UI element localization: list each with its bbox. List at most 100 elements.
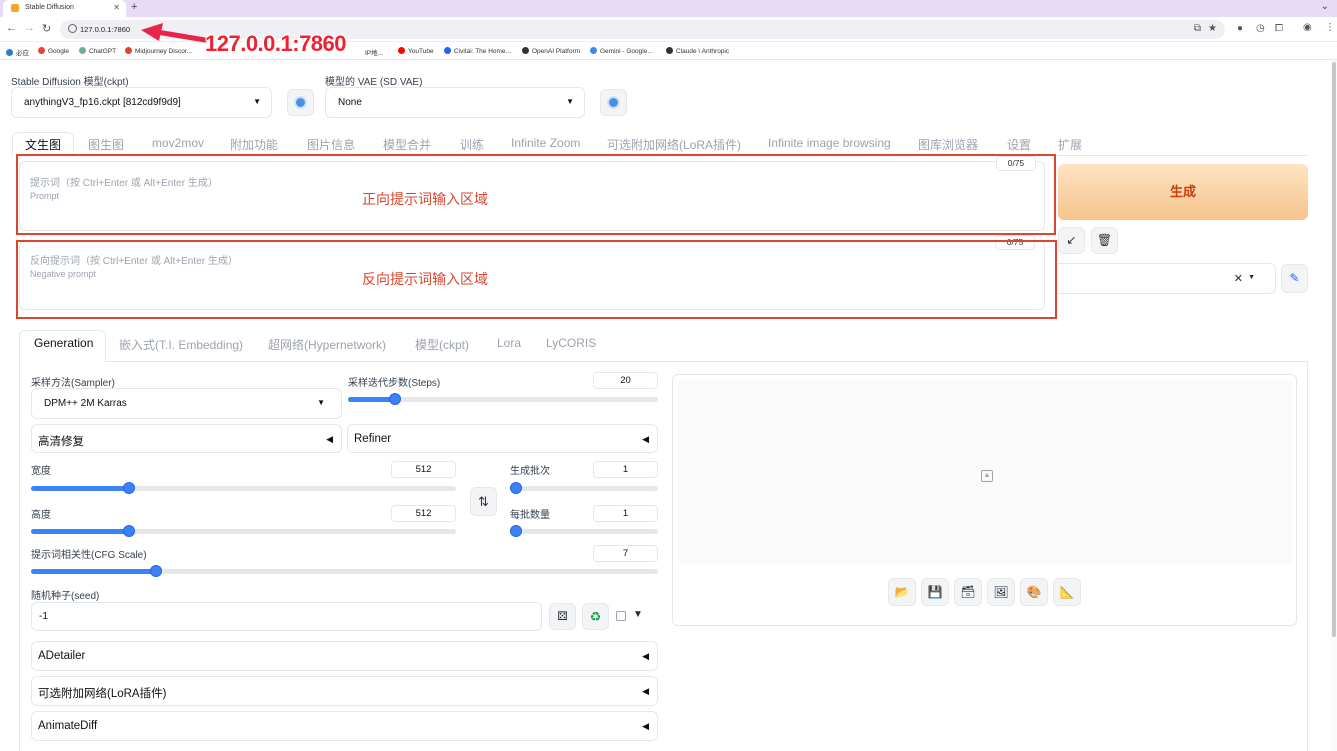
tab-txt2img[interactable]: 文生图 xyxy=(25,136,61,153)
extra-seed-toggle-icon[interactable]: ▼ xyxy=(633,609,643,620)
back-icon[interactable]: ← xyxy=(6,22,17,34)
reload-icon[interactable]: ↻ xyxy=(42,22,51,35)
subtab-lycoris[interactable]: LyCORIS xyxy=(546,336,596,350)
tab-checkpoint-merger[interactable]: 模型合并 xyxy=(383,136,431,153)
slider-thumb[interactable] xyxy=(150,565,162,577)
height-slider[interactable] xyxy=(31,525,456,537)
page-scrollbar[interactable] xyxy=(1331,60,1337,751)
bookmark-item[interactable]: ChatGPT xyxy=(79,47,116,55)
tab-train[interactable]: 训练 xyxy=(460,136,484,153)
width-slider[interactable] xyxy=(31,482,456,494)
forward-icon[interactable]: → xyxy=(24,22,35,34)
cfg-slider[interactable] xyxy=(31,565,658,577)
random-seed-button[interactable]: ⚄ xyxy=(549,603,576,630)
tab-img2img[interactable]: 图生图 xyxy=(88,136,124,153)
bookmark-icon xyxy=(522,47,529,54)
scrollbar-thumb[interactable] xyxy=(1332,62,1336,637)
adetailer-accordion[interactable]: ADetailer ◀ xyxy=(31,641,658,671)
animatediff-accordion[interactable]: AnimateDiff ◀ xyxy=(31,711,658,741)
slider-thumb[interactable] xyxy=(123,525,135,537)
batch-size-input[interactable]: 1 xyxy=(593,505,658,522)
batch-count-slider[interactable] xyxy=(510,482,658,494)
send-to-extras-button[interactable]: 📐 xyxy=(1053,578,1081,606)
lora-network-accordion[interactable]: 可选附加网络(LoRA插件) ◀ xyxy=(31,676,658,706)
steps-input[interactable]: 20 xyxy=(593,372,658,389)
translate-icon[interactable]: ⧉ xyxy=(1194,23,1201,34)
width-input[interactable]: 512 xyxy=(391,461,456,478)
close-tab-icon[interactable]: ✕ xyxy=(113,3,120,12)
reuse-seed-button[interactable]: ♻ xyxy=(582,603,609,630)
tab-extensions[interactable]: 扩展 xyxy=(1058,136,1082,153)
bookmark-item[interactable]: OpenAI Platform xyxy=(522,47,580,55)
tab-infinite-image-browsing[interactable]: Infinite image browsing xyxy=(768,136,891,150)
bookmark-item[interactable]: YouTube xyxy=(398,47,434,55)
subtab-checkpoint[interactable]: 模型(ckpt) xyxy=(415,336,469,353)
tab-lora-network[interactable]: 可选附加网络(LoRA插件) xyxy=(607,136,741,153)
tab-image-browser[interactable]: 图库浏览器 xyxy=(918,136,978,153)
clear-icon[interactable]: ✕ xyxy=(1234,272,1243,285)
browser-tab[interactable]: Stable Diffusion ✕ xyxy=(3,0,126,17)
dice-icon: ⚄ xyxy=(557,609,568,623)
send-to-img2img-button[interactable]: 🖼 xyxy=(987,578,1015,606)
batch-size-slider[interactable] xyxy=(510,525,658,537)
new-tab-icon[interactable]: + xyxy=(131,1,137,13)
extension-icon[interactable]: ● xyxy=(1237,23,1243,34)
swap-dimensions-button[interactable]: ⇅ xyxy=(470,487,497,516)
seed-input[interactable]: -1 xyxy=(31,602,542,631)
bookmark-star-icon[interactable]: ★ xyxy=(1208,23,1217,34)
tab-png-info[interactable]: 图片信息 xyxy=(307,136,355,153)
tab-search-icon[interactable]: ⌄ xyxy=(1321,1,1329,12)
read-params-button[interactable]: ↙ xyxy=(1058,227,1085,254)
slider-thumb[interactable] xyxy=(510,482,522,494)
bookmark-item[interactable]: IP地... xyxy=(365,47,383,57)
slider-thumb[interactable] xyxy=(389,393,401,405)
bookmark-item[interactable]: Gemini - Google... xyxy=(590,47,653,55)
batch-count-label: 生成批次 xyxy=(510,466,550,477)
profile-avatar[interactable]: ◉ xyxy=(1303,22,1312,33)
slider-thumb[interactable] xyxy=(510,525,522,537)
tab-infinite-zoom[interactable]: Infinite Zoom xyxy=(511,136,580,150)
tab-extras[interactable]: 附加功能 xyxy=(230,136,278,153)
styles-select[interactable]: ✕ ▼ xyxy=(1058,263,1276,294)
zip-button[interactable]: 🗃 xyxy=(954,578,982,606)
url-annotation: 127.0.0.1:7860 xyxy=(205,31,347,56)
sampler-select[interactable]: DPM++ 2M Karras ▼ xyxy=(31,388,342,419)
edit-styles-button[interactable]: ✎ xyxy=(1281,264,1308,293)
bookmark-item[interactable]: 必应 xyxy=(6,47,29,57)
cfg-input[interactable]: 7 xyxy=(593,545,658,562)
height-input[interactable]: 512 xyxy=(391,505,456,522)
open-folder-button[interactable]: 📂 xyxy=(888,578,916,606)
lora-network-label: 可选附加网络(LoRA插件) xyxy=(38,688,167,700)
output-gallery: ▲ 📂 💾 🗃 🖼 🎨 📐 xyxy=(672,374,1297,626)
tab-mov2mov[interactable]: mov2mov xyxy=(152,136,204,150)
generate-button[interactable]: 生成 xyxy=(1058,164,1308,220)
ckpt-select[interactable]: anythingV3_fp16.ckpt [812cd9f9d9] ▼ xyxy=(11,87,272,118)
seed-label: 随机种子(seed) xyxy=(31,591,100,602)
batch-count-input[interactable]: 1 xyxy=(593,461,658,478)
site-info-icon[interactable] xyxy=(68,24,77,33)
hires-fix-accordion[interactable]: 高清修复 ◀ xyxy=(31,424,342,453)
send-to-inpaint-button[interactable]: 🎨 xyxy=(1020,578,1048,606)
vae-select[interactable]: None ▼ xyxy=(325,87,585,118)
subtab-lora[interactable]: Lora xyxy=(497,336,521,350)
refiner-accordion[interactable]: Refiner ◀ xyxy=(347,424,658,453)
extensions-puzzle-icon[interactable]: ⧠ xyxy=(1275,23,1283,34)
extra-seed-checkbox[interactable] xyxy=(616,611,626,621)
slider-thumb[interactable] xyxy=(123,482,135,494)
subtab-hypernetwork[interactable]: 超网络(Hypernetwork) xyxy=(268,336,386,353)
bookmark-item[interactable]: Google xyxy=(38,47,69,55)
refresh-icon xyxy=(607,96,620,109)
history-icon[interactable]: ◷ xyxy=(1256,23,1265,34)
steps-slider[interactable] xyxy=(348,393,658,405)
subtab-embedding[interactable]: 嵌入式(T.I. Embedding) xyxy=(119,336,243,353)
refresh-ckpt-button[interactable] xyxy=(287,89,314,116)
clear-prompt-button[interactable]: 🗑 xyxy=(1091,227,1118,254)
bookmark-item[interactable]: Civitai: The Home... xyxy=(444,47,511,55)
tab-title: Stable Diffusion xyxy=(25,4,74,11)
refresh-vae-button[interactable] xyxy=(600,89,627,116)
save-button[interactable]: 💾 xyxy=(921,578,949,606)
subtab-generation[interactable]: Generation xyxy=(34,336,93,350)
bookmark-item[interactable]: Claude \ Anthropic xyxy=(666,47,729,55)
menu-icon[interactable]: ⋮ xyxy=(1325,22,1335,33)
tab-settings[interactable]: 设置 xyxy=(1007,136,1031,153)
